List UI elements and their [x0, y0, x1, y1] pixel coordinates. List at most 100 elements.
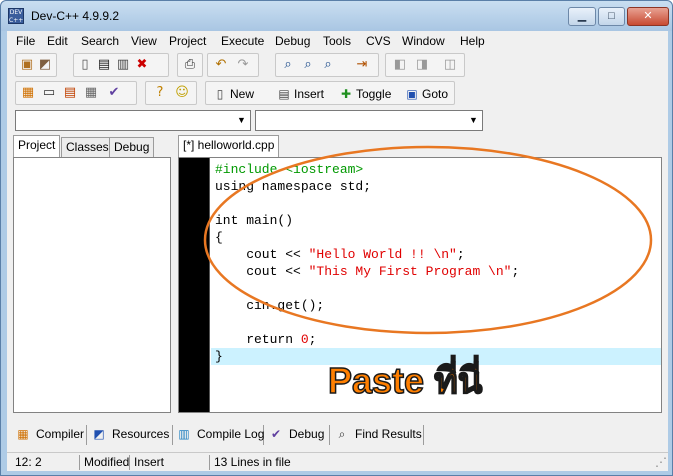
compile-run-icon[interactable]: ▤ — [62, 85, 78, 101]
replace-icon[interactable]: ⌕ — [300, 57, 316, 73]
tab-find-results[interactable]: ⌕ Find Results — [334, 425, 424, 445]
save-all-icon[interactable]: ▥ — [115, 57, 131, 73]
toolbar-main: ▣ ◩ ▯ ▤ ▥ ✖ ⎙ ↶ ↷ ⌕ ⌕ ⌕ ⇥ ◧ ◨ ◫ — [7, 52, 668, 78]
debug-check-icon[interactable]: ✔ — [106, 85, 122, 101]
debug-check-icon: ✔ — [270, 427, 282, 441]
tab-classes[interactable]: Classes — [61, 137, 114, 157]
remove-from-project-icon[interactable]: ◨ — [414, 57, 430, 73]
line-count-status: 13 Lines in file — [209, 455, 649, 470]
paste-here-annotation: Paste ที่นี่ — [327, 359, 483, 402]
find-results-icon: ⌕ — [338, 427, 346, 441]
toggle-bookmark-button[interactable]: ✚ Toggle — [338, 83, 398, 105]
cursor-position: 12: 2 — [15, 455, 42, 469]
new-file-icon: ▯ — [216, 87, 224, 101]
print-icon[interactable]: ⎙ — [182, 57, 198, 73]
close-button[interactable]: ✕ — [627, 7, 669, 26]
menu-view[interactable]: View — [131, 34, 157, 48]
tab-helloworld-cpp[interactable]: [*] helloworld.cpp — [178, 135, 280, 157]
add-to-project-icon[interactable]: ◧ — [392, 57, 408, 73]
insert-label: Insert — [294, 87, 325, 101]
open-project-icon[interactable]: ◩ — [37, 57, 53, 73]
toggle-label: Toggle — [356, 87, 392, 101]
menu-bar: File Edit Search View Project Execute De… — [7, 31, 668, 51]
rebuild-all-icon[interactable]: ▦ — [83, 85, 99, 101]
title-bar[interactable]: DEV C++ Dev-C++ 4.9.9.2 ▁ □ ✕ — [1, 1, 672, 31]
code-suffix: ; — [511, 264, 520, 279]
find-icon[interactable]: ⌕ — [280, 57, 296, 73]
bottom-tab-bar: ▦ Compiler ◩ Resources ▥ Compile Log ✔ D… — [7, 421, 668, 445]
maximize-button[interactable]: □ — [598, 7, 625, 26]
new-file-icon[interactable]: ▯ — [77, 57, 93, 73]
number-literal: 0 — [300, 332, 309, 347]
goto-bookmark-button[interactable]: ▣ Goto — [404, 83, 452, 105]
project-options-icon[interactable]: ◫ — [442, 57, 458, 73]
code-line[interactable]: { — [215, 229, 223, 246]
tab-project[interactable]: Project — [13, 135, 61, 157]
window-title: Dev-C++ 4.9.9.2 — [31, 9, 120, 23]
menu-window[interactable]: Window — [402, 34, 445, 48]
resources-icon: ◩ — [93, 427, 105, 441]
menu-project[interactable]: Project — [169, 34, 206, 48]
code-line-return[interactable]: return 0; — [215, 331, 316, 348]
menu-tools[interactable]: Tools — [323, 34, 351, 48]
code-prefix: return — [215, 332, 301, 347]
devcpp-app-icon[interactable]: DEV C++ — [8, 8, 24, 24]
code-line[interactable]: using namespace std; — [215, 178, 371, 195]
tab-compiler[interactable]: ▦ Compiler — [15, 425, 87, 445]
redo-icon[interactable]: ↷ — [235, 57, 251, 73]
insert-icon: ▤ — [278, 87, 290, 101]
menu-help[interactable]: Help — [460, 34, 485, 48]
code-line[interactable]: } — [215, 348, 223, 365]
project-tree-panel[interactable] — [13, 157, 171, 413]
toolbar-group-compile: ▦ ▭ ▤ ▦ ✔ — [15, 81, 137, 105]
tab-compile-log-label: Compile Log — [197, 427, 265, 441]
find-next-icon[interactable]: ⌕ — [320, 57, 336, 73]
menu-execute[interactable]: Execute — [221, 34, 264, 48]
modified-status: Modified — [79, 455, 129, 470]
close-file-icon[interactable]: ✖ — [134, 57, 150, 73]
save-icon[interactable]: ▤ — [96, 57, 112, 73]
tab-resources[interactable]: ◩ Resources — [91, 425, 173, 445]
menu-debug[interactable]: Debug — [275, 34, 310, 48]
compile-log-icon: ▥ — [178, 427, 190, 441]
undo-icon[interactable]: ↶ — [213, 57, 229, 73]
member-select[interactable]: ▼ — [255, 110, 483, 131]
resize-grip-icon[interactable]: ⋰ — [651, 455, 667, 470]
toolbar-group-print: ⎙ — [177, 53, 203, 77]
menu-cvs[interactable]: CVS — [366, 34, 391, 48]
new-bookmark-button[interactable]: ▯ New — [212, 83, 262, 105]
string-literal: "This My First Program \n" — [308, 264, 512, 279]
chevron-down-icon[interactable]: ▼ — [466, 112, 481, 129]
tab-resources-label: Resources — [112, 427, 170, 441]
insert-mode-status: Insert — [129, 455, 209, 470]
code-line[interactable]: #include <iostream> — [215, 161, 363, 178]
minimize-button[interactable]: ▁ — [568, 7, 596, 26]
menu-file[interactable]: File — [16, 34, 35, 48]
toolbar-secondary: ▦ ▭ ▤ ▦ ✔ ? ☺ ▯ New ▤ Insert ✚ Toggle ▣ … — [7, 80, 668, 106]
menu-edit[interactable]: Edit — [47, 34, 68, 48]
code-line-first-program[interactable]: cout << "This My First Program \n"; — [215, 263, 519, 280]
goto-line-icon[interactable]: ⇥ — [354, 57, 370, 73]
help-icon[interactable]: ? — [152, 85, 168, 101]
class-select[interactable]: ▼ — [15, 110, 251, 131]
chevron-down-icon[interactable]: ▼ — [234, 112, 249, 129]
tab-debug-output[interactable]: ✔ Debug — [268, 425, 330, 445]
code-prefix: cout << — [215, 264, 309, 279]
tab-debug-output-label: Debug — [289, 427, 325, 441]
run-icon[interactable]: ▭ — [41, 85, 57, 101]
compile-icon[interactable]: ▦ — [20, 85, 36, 101]
close-icon: ✕ — [643, 10, 653, 22]
about-icon[interactable]: ☺ — [174, 85, 190, 101]
toolbar-group-bookmarks: ▯ New ▤ Insert ✚ Toggle ▣ Goto — [205, 81, 455, 105]
tab-debug[interactable]: Debug — [109, 137, 155, 157]
toolbar-group-help: ? ☺ — [145, 81, 197, 105]
code-line[interactable]: cin.get(); — [215, 297, 324, 314]
code-line[interactable]: int main() — [215, 212, 293, 229]
menu-search[interactable]: Search — [81, 34, 119, 48]
code-line-hello[interactable]: cout << "Hello World !! \n"; — [215, 246, 464, 263]
editor-gutter[interactable] — [179, 158, 209, 412]
toolbar-group-file: ▯ ▤ ▥ ✖ — [73, 53, 169, 77]
insert-button[interactable]: ▤ Insert — [276, 83, 334, 105]
new-project-icon[interactable]: ▣ — [19, 57, 35, 73]
tab-compile-log[interactable]: ▥ Compile Log — [176, 425, 264, 445]
